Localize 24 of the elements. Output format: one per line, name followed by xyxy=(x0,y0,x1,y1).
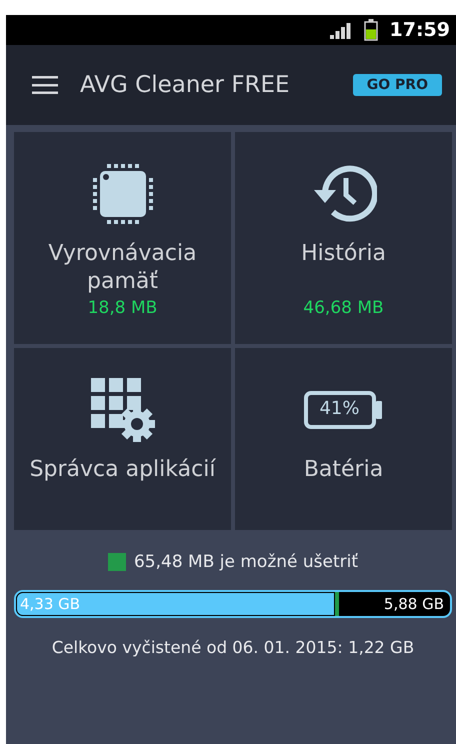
chip-icon xyxy=(92,163,154,225)
feature-tile[interactable]: Vyrovnávacia pamäť 18,8 MB xyxy=(14,132,231,344)
tile-title: História xyxy=(301,240,386,268)
signal-icon xyxy=(330,21,352,39)
tile-title: Vyrovnávacia pamäť xyxy=(47,240,198,296)
battery-status-icon xyxy=(364,19,378,41)
tile-size: 46,68 MB xyxy=(303,298,384,318)
go-pro-button[interactable]: GO PRO xyxy=(352,74,442,96)
tile-title: Batéria xyxy=(304,456,384,484)
menu-icon[interactable] xyxy=(32,76,58,94)
feature-tile[interactable]: Správca aplikácií xyxy=(14,348,231,530)
total-cleaned-text: Celkovo vyčistené od 06. 01. 2015: 1,22 GB xyxy=(52,638,414,657)
feature-tile[interactable]: História 46,68 MB xyxy=(235,132,452,344)
app-title: AVG Cleaner FREE xyxy=(80,72,291,98)
savings-text: 65,48 MB je možné ušetriť xyxy=(134,552,358,572)
feature-tile[interactable]: 41% Batéria xyxy=(235,348,452,530)
free-storage: 5,88 GB xyxy=(384,595,444,613)
app-grid-gear-icon xyxy=(90,378,154,442)
battery-icon xyxy=(304,391,384,429)
battery-percentage: 41% xyxy=(318,398,360,419)
used-storage: 4,33 GB xyxy=(20,595,80,613)
tile-size: 18,8 MB xyxy=(88,298,158,318)
clock-time: 17:59 xyxy=(390,19,450,41)
tile-title: Správca aplikácií xyxy=(30,456,216,484)
